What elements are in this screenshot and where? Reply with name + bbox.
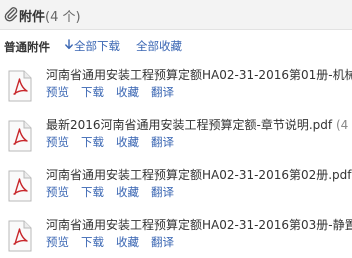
pdf-file-icon [8, 120, 32, 152]
attachment-item: 河南省通用安装工程预算定额HA02-31-2016第03册-静置 预览 下载 收藏翻… [0, 216, 352, 258]
attachment-count: (4 个) [45, 10, 81, 25]
download-button[interactable]: 下载 [81, 185, 104, 199]
attachment-item: 河南省通用安装工程预算定额HA02-31-2016第02册.pdf 预览 下载 收藏… [0, 166, 352, 208]
file-name: 河南省通用安装工程预算定额HA02-31-2016第01册-机械 [46, 68, 352, 82]
file-actions: 预览 下载 收藏 翻译 [46, 84, 186, 100]
download-button[interactable]: 下载 [81, 85, 104, 99]
file-name-link[interactable]: 河南省通用安装工程预算定额HA02-31-2016第03册-静置 [46, 216, 352, 233]
download-all-button[interactable]: 全部下载 [64, 38, 120, 54]
file-name-link[interactable]: 河南省通用安装工程预算定额HA02-31-2016第02册.pdf [46, 166, 352, 183]
pdf-file-icon [8, 220, 32, 252]
favorite-button[interactable]: 收藏 [116, 85, 139, 99]
file-name: 河南省通用安装工程预算定额HA02-31-2016第03册-静置 [46, 218, 352, 232]
attachment-item: 河南省通用安装工程预算定额HA02-31-2016第01册-机械 预览 下载 收藏翻… [0, 66, 352, 108]
section-label: 普通附件 [4, 40, 50, 54]
download-all-label: 全部下载 [74, 39, 120, 53]
preview-button[interactable]: 预览 [46, 85, 69, 99]
download-button[interactable]: 下载 [81, 135, 104, 149]
file-name-link[interactable]: 最新2016河南省通用安装工程预算定额-章节说明.pdf (4 [46, 116, 348, 133]
attachments-title: 附件(4 个) [19, 6, 81, 25]
attachments-header: 附件(4 个) [0, 0, 352, 30]
favorite-button[interactable]: 收藏 [116, 135, 139, 149]
attachment-item: 最新2016河南省通用安装工程预算定额-章节说明.pdf (4 预览 下载 收藏 翻译 [0, 116, 352, 158]
preview-button[interactable]: 预览 [46, 135, 69, 149]
pdf-file-icon [8, 170, 32, 202]
file-actions: 预览 下载 收藏 翻译 [46, 184, 186, 200]
pdf-file-icon [8, 70, 32, 102]
file-size: (4 [332, 118, 349, 132]
translate-button[interactable]: 翻译 [151, 85, 174, 99]
file-actions: 预览 下载 收藏 翻译 [46, 234, 186, 250]
file-actions: 预览 下载 收藏 翻译 [46, 134, 186, 150]
attachments-title-text: 附件 [19, 10, 46, 25]
file-name-link[interactable]: 河南省通用安装工程预算定额HA02-31-2016第01册-机械 [46, 66, 352, 83]
file-name: 河南省通用安装工程预算定额HA02-31-2016第02册.pdf [46, 168, 352, 182]
file-name: 最新2016河南省通用安装工程预算定额-章节说明.pdf [46, 118, 333, 132]
translate-button[interactable]: 翻译 [151, 185, 174, 199]
paperclip-icon [4, 7, 18, 22]
preview-button[interactable]: 预览 [46, 185, 69, 199]
translate-button[interactable]: 翻译 [151, 135, 174, 149]
favorite-button[interactable]: 收藏 [116, 185, 139, 199]
attachment-toolbar: 普通附件 全部下载 全部收藏 [0, 36, 352, 56]
down-arrow-icon [65, 39, 73, 50]
favorite-all-button[interactable]: 全部收藏 [136, 38, 182, 54]
